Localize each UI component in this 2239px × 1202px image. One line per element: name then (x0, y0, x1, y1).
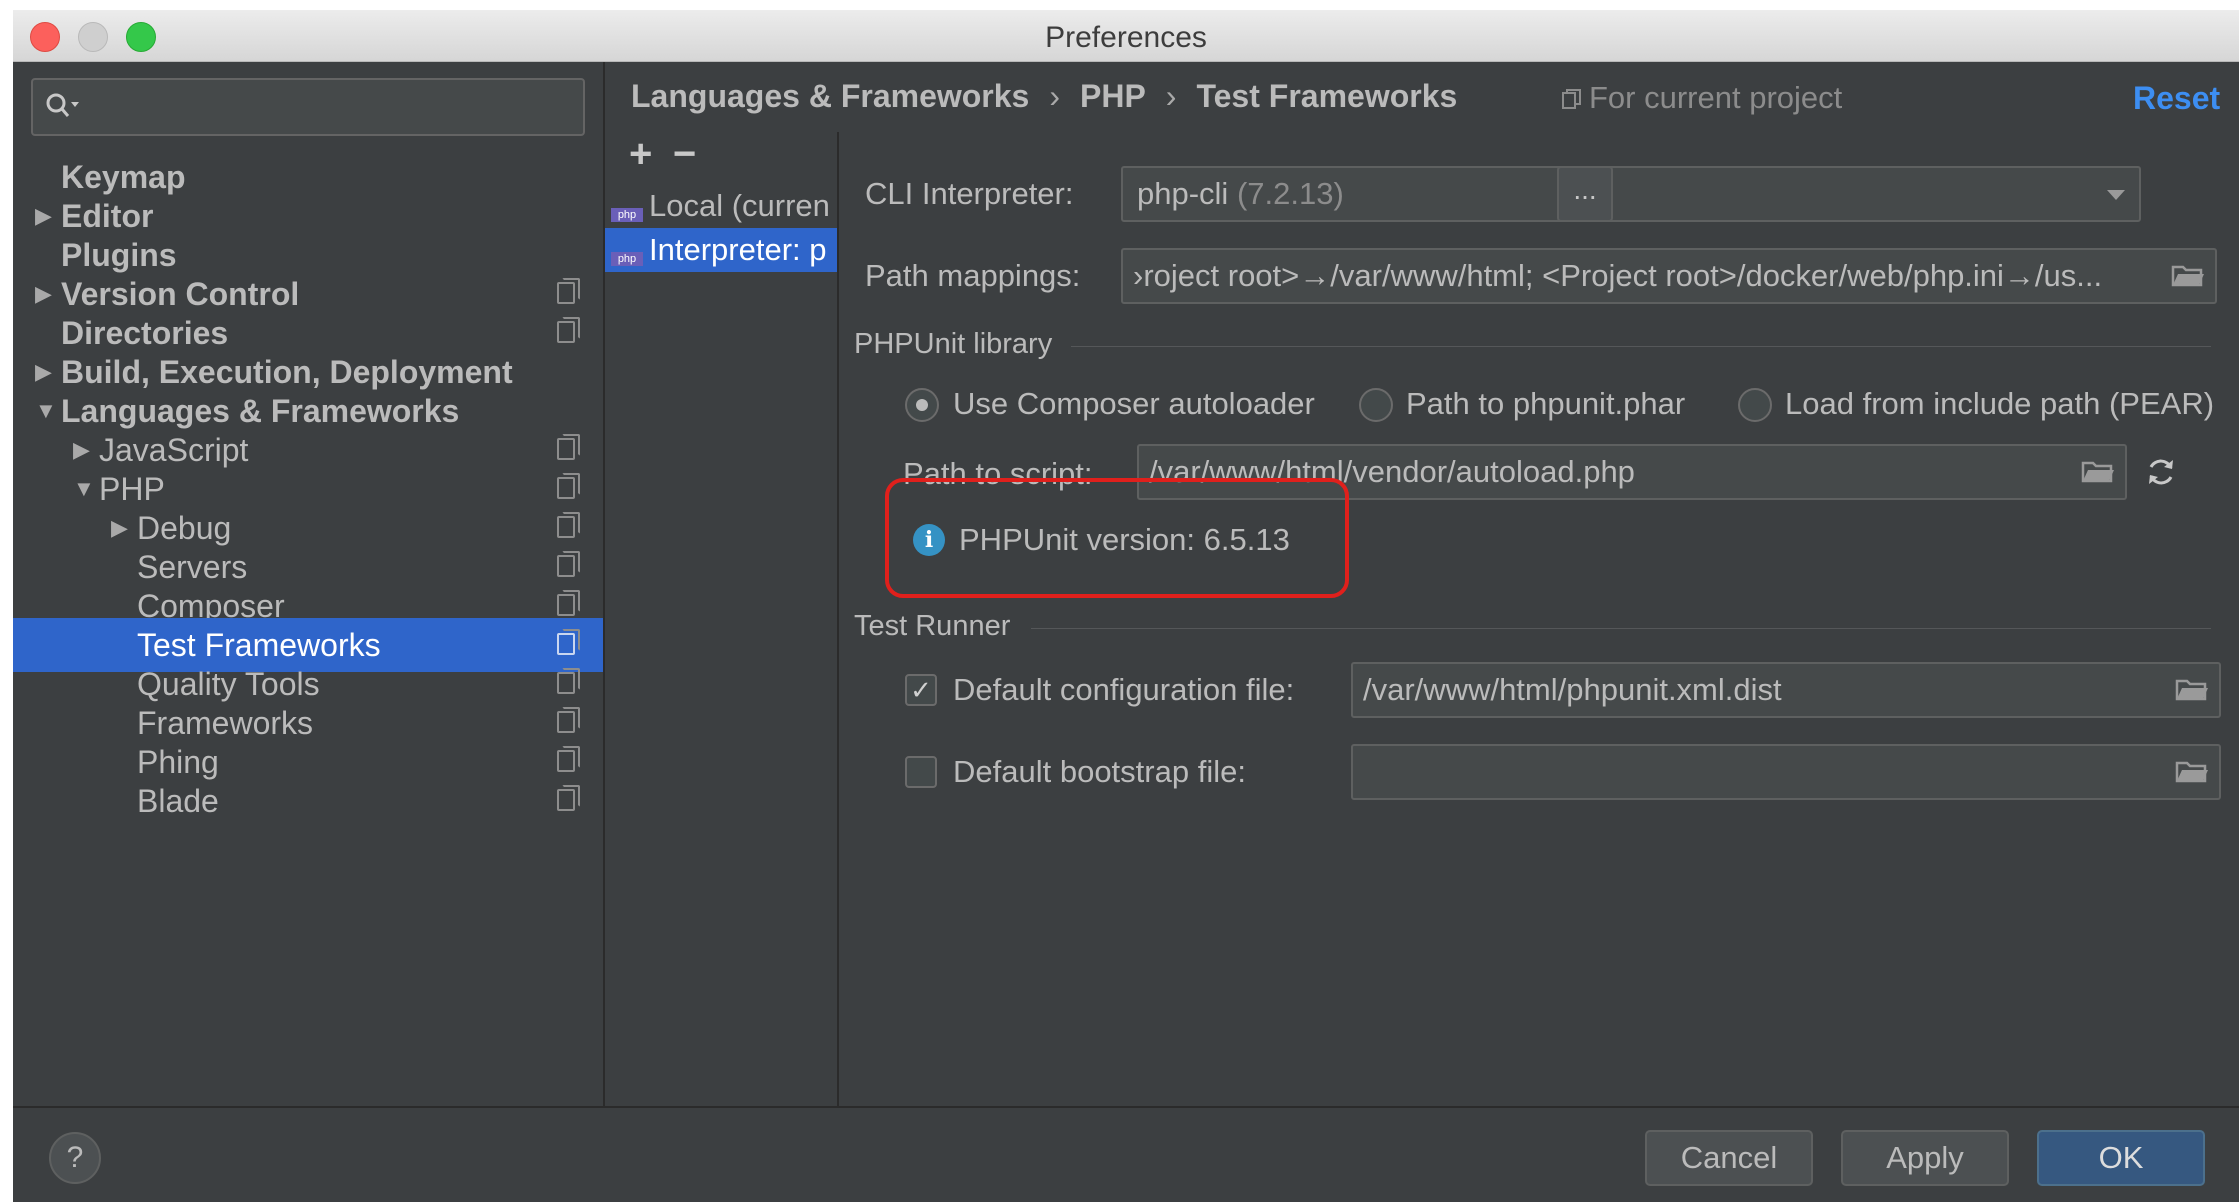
project-scope-icon (557, 512, 580, 538)
more-interpreters-button[interactable]: ... (1557, 166, 1613, 222)
cancel-button[interactable]: Cancel (1645, 1130, 1813, 1186)
settings-sidebar: Keymap ▶ Editor Plugins ▶ Version Control … (13, 62, 605, 1106)
breadcrumb-separator: › (1049, 78, 1060, 114)
breadcrumb-php: PHP (1080, 78, 1146, 114)
project-scope-icon (557, 668, 580, 694)
breadcrumb-languages: Languages & Frameworks (631, 78, 1030, 114)
project-scope-icon (557, 317, 580, 343)
folder-icon[interactable] (2175, 759, 2209, 783)
project-scope-icon (557, 629, 580, 655)
cli-interpreter-select[interactable]: php-cli (7.2.13) (1121, 166, 2141, 222)
remove-interpreter-button[interactable]: − (673, 132, 696, 177)
highlight-annotation (885, 478, 1349, 598)
project-scope-icon (557, 590, 580, 616)
reset-link[interactable]: Reset (2133, 80, 2220, 117)
section-divider (1031, 628, 2211, 629)
add-interpreter-button[interactable]: + (629, 132, 652, 177)
search-input[interactable] (31, 78, 585, 136)
refresh-icon[interactable] (2145, 456, 2177, 488)
default-config-checkbox[interactable]: ✓ (905, 674, 937, 706)
help-button[interactable]: ? (49, 1132, 101, 1184)
phpunit-library-heading: PHPUnit library (854, 328, 1053, 360)
folder-icon[interactable] (2081, 459, 2115, 483)
project-scope-icon (1562, 89, 1581, 109)
apply-button[interactable]: Apply (1841, 1130, 2009, 1186)
folder-icon[interactable] (2175, 677, 2209, 701)
project-scope-icon (557, 434, 580, 460)
interpreter-list-panel: + − ✔php Local (curren ✔php Interpreter:… (605, 132, 839, 1106)
include-path-label[interactable]: Load from include path (PEAR) (1785, 386, 2214, 422)
default-bootstrap-checkbox[interactable] (905, 756, 937, 788)
path-mappings-field[interactable]: ›roject root>→/var/www/html; <Project ro… (1121, 248, 2217, 304)
php-interpreter-icon: ✔php (611, 236, 643, 268)
path-mappings-label: Path mappings: (865, 258, 1081, 293)
phpunit-phar-radio[interactable] (1359, 388, 1393, 422)
title-bar: Preferences (13, 10, 2239, 62)
include-path-radio[interactable] (1738, 388, 1772, 422)
breadcrumb: Languages & Frameworks › PHP › Test Framewor… (631, 78, 1457, 122)
php-interpreter-icon: ✔php (611, 192, 643, 224)
default-bootstrap-label[interactable]: Default bootstrap file: (953, 754, 1246, 790)
dialog-footer: ? Cancel Apply OK (13, 1106, 2239, 1202)
section-divider (1071, 346, 2211, 347)
project-scope-icon (557, 746, 580, 772)
project-scope-icon (557, 278, 580, 304)
project-scope-icon (557, 473, 580, 499)
cli-interpreter-label: CLI Interpreter: (865, 176, 1074, 211)
interpreter-item-local[interactable]: ✔php Local (curren (605, 184, 837, 228)
ok-button[interactable]: OK (2037, 1130, 2205, 1186)
default-config-label[interactable]: Default configuration file: (953, 672, 1294, 708)
window-title: Preferences (1045, 21, 1207, 54)
project-scope-icon (557, 551, 580, 577)
default-bootstrap-field[interactable] (1351, 744, 2221, 800)
chevron-down-icon (2107, 190, 2125, 200)
composer-autoloader-radio[interactable] (905, 388, 939, 422)
search-icon (46, 93, 79, 117)
project-scope-icon (557, 785, 580, 811)
composer-autoloader-label[interactable]: Use Composer autoloader (953, 386, 1315, 422)
folder-icon[interactable] (2171, 263, 2205, 287)
breadcrumb-separator: › (1165, 78, 1177, 114)
default-config-field[interactable]: /var/www/html/phpunit.xml.dist (1351, 662, 2221, 718)
scope-label: For current project (1561, 80, 1842, 116)
preferences-window: Preferences Keymap ▶ Editor Plugins ▶ Vers… (13, 10, 2239, 1202)
breadcrumb-test-frameworks: Test Frameworks (1196, 78, 1458, 114)
sidebar-item-blade[interactable]: Blade (13, 774, 603, 828)
project-scope-icon (557, 707, 580, 733)
interpreter-item-selected[interactable]: ✔php Interpreter: p (605, 228, 837, 272)
test-runner-heading: Test Runner (854, 610, 1011, 642)
phpunit-phar-label[interactable]: Path to phpunit.phar (1406, 386, 1685, 422)
